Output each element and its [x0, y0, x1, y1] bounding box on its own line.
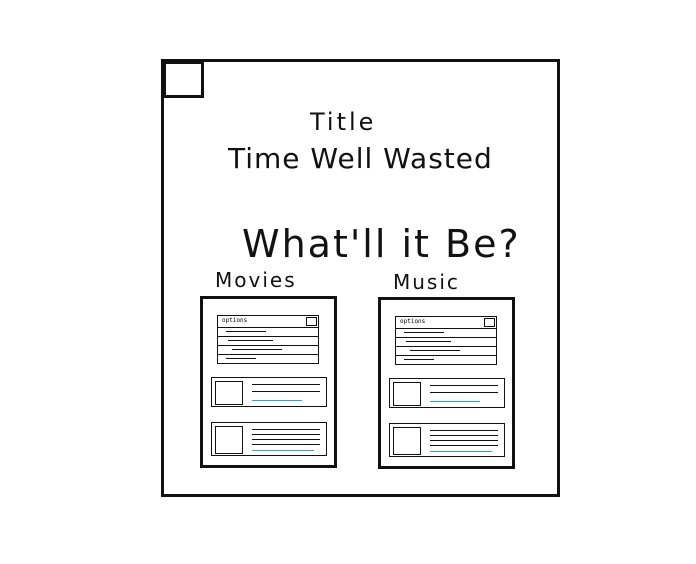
link-line[interactable] [252, 450, 314, 451]
divider [218, 354, 318, 355]
options-label: options [222, 317, 248, 324]
text-line [226, 331, 266, 332]
divider [396, 337, 496, 338]
image-placeholder-icon [393, 382, 421, 406]
options-box[interactable]: options [395, 316, 497, 365]
text-line [430, 440, 498, 441]
text-line [430, 430, 498, 431]
heading-label: Title [310, 108, 377, 136]
text-line [404, 359, 434, 360]
music-panel[interactable]: options [378, 297, 515, 469]
text-line [430, 385, 498, 386]
text-line [226, 358, 256, 359]
text-line [252, 434, 320, 435]
list-item[interactable] [211, 422, 327, 456]
divider [396, 355, 496, 356]
text-line [430, 435, 498, 436]
text-line [252, 429, 320, 430]
divider [218, 345, 318, 346]
image-placeholder-icon [215, 426, 243, 454]
text-line [430, 445, 498, 446]
link-line[interactable] [430, 401, 480, 402]
divider [218, 336, 318, 337]
options-label: options [400, 318, 426, 325]
list-item[interactable] [389, 423, 505, 457]
divider [396, 328, 496, 329]
text-line [252, 444, 320, 445]
square-icon[interactable] [163, 61, 204, 98]
image-placeholder-icon [393, 427, 421, 455]
image-placeholder-icon [215, 381, 243, 405]
question-prompt: What'll it Be? [242, 222, 521, 266]
checkbox-icon[interactable] [306, 317, 317, 326]
text-line [430, 392, 498, 393]
text-line [406, 341, 451, 342]
list-item[interactable] [389, 378, 505, 408]
section-label-movies: Movies [215, 268, 297, 292]
site-title: Time Well Wasted [228, 142, 493, 175]
text-line [410, 350, 460, 351]
text-line [252, 384, 320, 385]
divider [218, 327, 318, 328]
link-line[interactable] [252, 400, 302, 401]
text-line [232, 349, 282, 350]
text-line [252, 391, 320, 392]
checkbox-icon[interactable] [484, 318, 495, 327]
text-line [228, 340, 273, 341]
link-line[interactable] [430, 451, 492, 452]
section-label-music: Music [393, 270, 460, 294]
divider [396, 346, 496, 347]
list-item[interactable] [211, 377, 327, 407]
options-box[interactable]: options [217, 315, 319, 364]
text-line [252, 439, 320, 440]
movies-panel[interactable]: options [200, 296, 337, 468]
text-line [404, 332, 444, 333]
